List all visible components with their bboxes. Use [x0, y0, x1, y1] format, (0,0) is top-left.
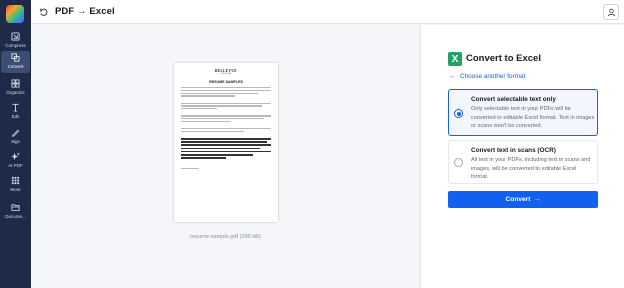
document-thumbnail: BELLEVUE COLLEGE RESUME SAMPLES [174, 63, 278, 222]
doc-bold-line [181, 147, 261, 150]
rail-label-organize: Organize [6, 90, 25, 95]
doc-bold-line [181, 157, 226, 159]
option-ocr[interactable]: Convert text in scans (OCR) All text in … [448, 140, 598, 184]
doc-text-line [181, 118, 264, 120]
rail-item-more[interactable]: More [1, 174, 30, 194]
rail-item-ai-pdf[interactable]: AI PDF [1, 150, 30, 170]
option-title: Convert selectable text only [471, 96, 556, 103]
undo-button[interactable] [36, 5, 50, 19]
rail-label-compress: Compress [5, 43, 26, 48]
doc-bold-line [181, 141, 267, 143]
doc-text-line [181, 102, 271, 104]
account-button[interactable] [603, 4, 619, 20]
doc-heading: RESUME SAMPLES [209, 80, 243, 84]
doc-text-line [181, 167, 199, 170]
convert-options-panel: X Convert to Excel ← Choose another form… [420, 25, 624, 288]
doc-text-line [181, 130, 244, 133]
nav-rail: Compress Convert Organize Edit Sign AI P… [0, 0, 31, 288]
option-description: All text in your PDFs, including text in… [471, 157, 591, 180]
compress-icon [11, 32, 20, 41]
sign-icon [11, 129, 20, 137]
convert-icon [11, 53, 20, 62]
radio-unselected[interactable] [454, 158, 463, 167]
doc-text-line [181, 108, 217, 110]
ai-sparkle-icon [11, 152, 20, 161]
doc-text-line [181, 92, 258, 94]
more-grid-icon [11, 176, 20, 185]
doc-text-line [181, 105, 262, 107]
page-title: PDF → Excel [55, 6, 115, 17]
convert-button-label: Convert [505, 196, 531, 203]
doc-bold-line [181, 153, 253, 156]
file-name-label: resume-sample.pdf (295 kB) [190, 234, 261, 240]
doc-text-line [181, 95, 235, 97]
organize-icon [11, 79, 20, 88]
option-description: Only selectable text in your PDFs will b… [471, 106, 595, 129]
doc-text-line [181, 89, 271, 92]
arrow-left-icon: ← [449, 73, 456, 80]
doc-bold-line [181, 150, 271, 153]
convert-button[interactable]: Convert → [448, 191, 598, 208]
excel-icon: X [448, 52, 462, 66]
doc-text-line [181, 120, 231, 123]
rail-label-documents: Docume... [5, 214, 26, 219]
document-preview-area: BELLEVUE COLLEGE RESUME SAMPLES resume-s… [31, 25, 420, 288]
rail-item-documents[interactable]: Docume... [1, 201, 30, 221]
rail-label-ai-pdf: AI PDF [8, 163, 23, 168]
app-logo[interactable] [6, 5, 24, 23]
rail-label-edit: Edit [11, 114, 20, 119]
top-header: PDF → Excel [31, 0, 624, 24]
doc-bold-line [181, 137, 271, 140]
rail-item-convert[interactable]: Convert [1, 51, 30, 73]
choose-format-link[interactable]: ← Choose another format [449, 73, 525, 80]
rail-item-edit[interactable]: Edit [1, 101, 30, 121]
rail-item-sign[interactable]: Sign [1, 126, 30, 146]
doc-subbrand: COLLEGE [220, 73, 232, 75]
rail-label-sign: Sign [10, 139, 20, 144]
doc-text-line [181, 115, 271, 117]
edit-icon [12, 103, 19, 112]
choose-format-label: Choose another format [460, 73, 526, 80]
panel-title: Convert to Excel [466, 53, 541, 64]
option-title: Convert text in scans (OCR) [471, 147, 556, 154]
rail-label-more: More [10, 187, 21, 192]
rail-item-organize[interactable]: Organize [1, 77, 30, 97]
rail-label-convert: Convert [7, 64, 24, 69]
option-selectable-text[interactable]: Convert selectable text only Only select… [448, 89, 598, 136]
rail-item-compress[interactable]: Compress [1, 30, 30, 50]
documents-icon [11, 204, 20, 212]
doc-bold-line [181, 144, 271, 147]
arrow-right-icon: → [533, 196, 541, 203]
doc-text-line [181, 87, 271, 89]
user-icon [607, 8, 615, 16]
undo-icon [39, 8, 47, 16]
radio-selected[interactable] [454, 109, 463, 118]
doc-text-line [181, 127, 271, 130]
